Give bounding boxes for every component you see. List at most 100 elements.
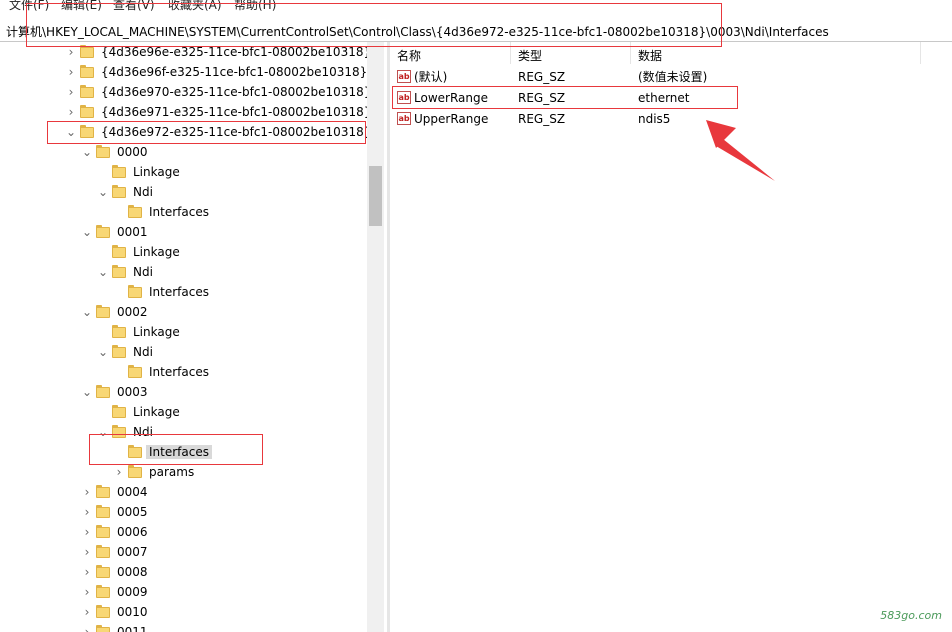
chevron-down-icon[interactable]: ⌄ <box>97 346 109 358</box>
folder-icon <box>112 245 126 258</box>
chevron-down-icon[interactable]: ⌄ <box>81 386 93 398</box>
chevron-right-icon[interactable]: › <box>65 66 77 78</box>
tree-node-label: 0008 <box>117 565 148 579</box>
value-type: REG_SZ <box>518 112 566 126</box>
chevron-down-icon[interactable]: ⌄ <box>97 426 109 438</box>
chevron-right-icon[interactable]: › <box>81 486 93 498</box>
folder-icon <box>96 485 110 498</box>
column-header-type[interactable]: 类型 <box>511 42 631 64</box>
string-value-icon: ab <box>397 112 411 125</box>
value-name: UpperRange <box>414 112 489 126</box>
tree-node[interactable]: Interfaces <box>0 442 367 462</box>
chevron-right-icon[interactable]: › <box>81 506 93 518</box>
folder-icon <box>112 425 126 438</box>
chevron-right-icon[interactable]: › <box>113 466 125 478</box>
tree-node[interactable]: ⌄ Ndi <box>0 342 367 362</box>
tree-node-label: 0003 <box>117 385 148 399</box>
tree-node[interactable]: › {4d36e971-e325-11ce-bfc1-08002be10318} <box>0 102 371 122</box>
chevron-right-icon[interactable]: › <box>81 566 93 578</box>
chevron-right-icon[interactable]: › <box>81 606 93 618</box>
tree-node[interactable]: › 0009 <box>0 582 367 602</box>
folder-icon <box>80 85 94 98</box>
folder-icon <box>96 305 110 318</box>
menu-favorites[interactable]: 收藏夹(A) <box>168 0 222 13</box>
tree-node[interactable]: ⌄ Ndi <box>0 262 367 282</box>
chevron-down-icon[interactable]: ⌄ <box>65 126 77 138</box>
tree-node[interactable]: › 0006 <box>0 522 367 542</box>
folder-icon <box>96 385 110 398</box>
tree-node[interactable]: › {4d36e970-e325-11ce-bfc1-08002be10318} <box>0 82 371 102</box>
value-row[interactable]: ab UpperRange REG_SZ ndis5 <box>390 109 950 129</box>
column-header-data[interactable]: 数据 <box>631 42 921 64</box>
tree-node[interactable]: Interfaces <box>0 362 367 382</box>
chevron-right-icon[interactable]: › <box>65 86 77 98</box>
chevron-right-icon[interactable]: › <box>81 586 93 598</box>
tree-node[interactable]: Interfaces <box>0 282 367 302</box>
chevron-right-icon[interactable]: › <box>81 526 93 538</box>
tree-node-label: 0006 <box>117 525 148 539</box>
chevron-right-icon[interactable]: › <box>81 626 93 632</box>
folder-icon <box>80 65 94 78</box>
chevron-down-icon[interactable]: ⌄ <box>97 186 109 198</box>
tree-node[interactable]: › 0008 <box>0 562 367 582</box>
tree-node[interactable]: › params <box>0 462 367 482</box>
chevron-down-icon[interactable]: ⌄ <box>81 306 93 318</box>
tree-node-label: Ndi <box>133 425 153 439</box>
address-bar[interactable]: 计算机\HKEY_LOCAL_MACHINE\SYSTEM\CurrentCon… <box>0 18 952 42</box>
tree-node-label: 0002 <box>117 305 148 319</box>
tree-node[interactable]: Linkage <box>0 162 367 182</box>
value-type: REG_SZ <box>518 91 566 105</box>
value-row[interactable]: ab (默认) REG_SZ (数值未设置) <box>390 67 950 87</box>
folder-icon <box>96 605 110 618</box>
tree-node[interactable]: › {4d36e96f-e325-11ce-bfc1-08002be10318} <box>0 62 367 82</box>
folder-icon <box>112 345 126 358</box>
chevron-down-icon[interactable]: ⌄ <box>81 226 93 238</box>
tree-node-label: Linkage <box>133 405 180 419</box>
tree-node[interactable]: ⌄ 0002 <box>0 302 367 322</box>
menu-edit[interactable]: 编辑(E) <box>61 0 102 13</box>
tree-node[interactable]: ⌄ {4d36e972-e325-11ce-bfc1-08002be10318} <box>0 122 371 142</box>
chevron-right-icon[interactable]: › <box>65 46 77 58</box>
chevron-right-icon[interactable]: › <box>65 106 77 118</box>
tree-node[interactable]: Linkage <box>0 402 367 422</box>
address-path[interactable]: 计算机\HKEY_LOCAL_MACHINE\SYSTEM\CurrentCon… <box>6 23 829 40</box>
tree-node[interactable]: Linkage <box>0 322 367 342</box>
folder-icon <box>80 125 94 138</box>
chevron-right-icon[interactable]: › <box>81 546 93 558</box>
tree-node[interactable]: Linkage <box>0 242 367 262</box>
folder-icon <box>96 225 110 238</box>
tree-node[interactable]: › 0010 <box>0 602 367 622</box>
value-row[interactable]: ab LowerRange REG_SZ ethernet <box>390 88 950 108</box>
value-data: (数值未设置) <box>638 70 708 84</box>
tree-node[interactable]: ⌄ Ndi <box>0 182 367 202</box>
tree-node-label: 0000 <box>117 145 148 159</box>
value-type: REG_SZ <box>518 70 566 84</box>
tree-node-label: 0001 <box>117 225 148 239</box>
tree-node[interactable]: ⌄ Ndi <box>0 422 367 442</box>
column-header-data-label: 数据 <box>638 49 663 63</box>
menu-view[interactable]: 查看(V) <box>113 0 155 13</box>
column-header-name[interactable]: 名称 <box>390 42 511 64</box>
tree-node[interactable]: Interfaces <box>0 202 367 222</box>
tree-node-label: {4d36e96f-e325-11ce-bfc1-08002be10318} <box>101 65 368 79</box>
tree-node-label: params <box>149 465 195 479</box>
tree-node[interactable]: › 0011 <box>0 622 367 632</box>
menu-help[interactable]: 帮助(H) <box>234 0 276 13</box>
tree-scrollbar-thumb[interactable] <box>369 166 382 226</box>
tree-node[interactable]: ⌄ 0003 <box>0 382 367 402</box>
menu-file[interactable]: 文件(F) <box>9 0 49 13</box>
tree-node[interactable]: ⌄ 0000 <box>0 142 367 162</box>
tree-node[interactable]: › 0007 <box>0 542 367 562</box>
tree-node-label: Linkage <box>133 245 180 259</box>
folder-icon <box>96 505 110 518</box>
folder-icon <box>112 265 126 278</box>
tree-node[interactable]: › 0005 <box>0 502 367 522</box>
tree-node[interactable]: › 0004 <box>0 482 367 502</box>
chevron-down-icon[interactable]: ⌄ <box>97 266 109 278</box>
tree-scrollbar[interactable] <box>367 42 384 632</box>
tree-node[interactable]: › {4d36e96e-e325-11ce-bfc1-08002be10318} <box>0 42 371 62</box>
tree-node[interactable]: ⌄ 0001 <box>0 222 367 242</box>
chevron-down-icon[interactable]: ⌄ <box>81 146 93 158</box>
tree-node-label: Interfaces <box>149 205 209 219</box>
tree-node-label: 0007 <box>117 545 148 559</box>
